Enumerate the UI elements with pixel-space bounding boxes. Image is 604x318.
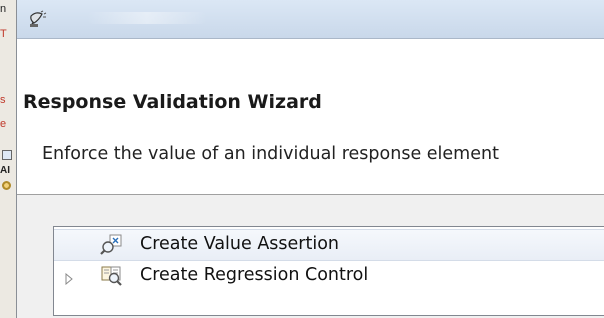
expand-arrow-icon[interactable] (64, 270, 74, 286)
background-text-fragment: T (0, 28, 7, 40)
wizard-description: Enforce the value of an individual respo… (42, 144, 499, 164)
background-text-fragment: AI (0, 165, 10, 176)
magnifier-book-icon (100, 265, 124, 287)
satellite-dish-icon (29, 10, 49, 28)
tree-item-label: Create Regression Control (140, 265, 369, 285)
wizard-title: Response Validation Wizard (23, 91, 322, 113)
background-window-icon (2, 150, 12, 160)
wizard-content-area: Create Value Assertion Create Regression… (17, 195, 604, 318)
wizard-option-tree[interactable]: Create Value Assertion Create Regression… (53, 226, 604, 316)
background-window: n T s e AI (0, 0, 17, 318)
background-text-fragment: n (0, 3, 7, 15)
background-text-fragment: e (0, 118, 7, 130)
tree-item-create-value-assertion[interactable]: Create Value Assertion (54, 229, 604, 261)
titlebar-glass-highlight (87, 12, 207, 24)
background-gear-icon (2, 181, 11, 190)
dialog-titlebar[interactable] (17, 0, 604, 39)
tree-item-label: Create Value Assertion (140, 234, 340, 254)
background-text-fragment: s (0, 94, 6, 106)
magnifier-assertion-icon (100, 234, 124, 256)
tree-item-create-regression-control[interactable]: Create Regression Control (54, 261, 604, 291)
